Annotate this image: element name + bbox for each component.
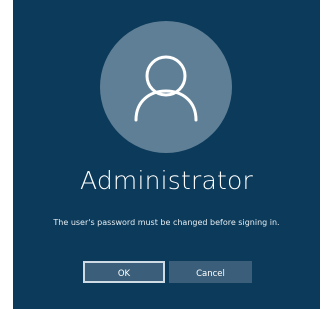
user-avatar (100, 21, 232, 153)
password-change-message: The user's password must be changed befo… (53, 218, 280, 227)
lock-screen: Administrator The user's password must b… (13, 0, 320, 309)
ok-button[interactable]: OK (83, 261, 165, 283)
username-label: Administrator (79, 166, 254, 195)
user-icon (134, 55, 198, 122)
cancel-button[interactable]: Cancel (169, 261, 252, 283)
